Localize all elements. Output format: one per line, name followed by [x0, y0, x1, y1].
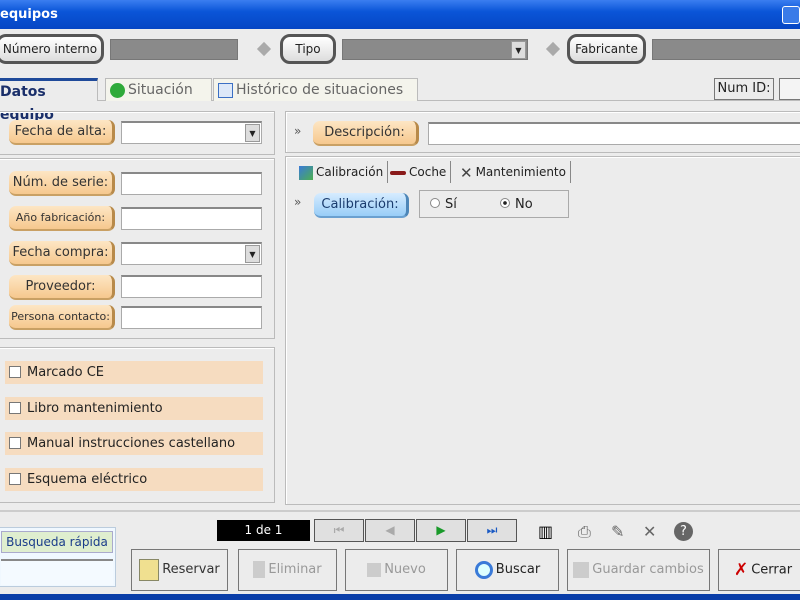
libro-mantenimiento-checkbox[interactable]: Libro mantenimiento	[5, 397, 263, 420]
tipo-label: Tipo	[280, 34, 336, 64]
print-icon[interactable]: ⎙	[578, 522, 591, 542]
last-icon: ⏭	[486, 523, 498, 537]
taskbar-edge	[0, 594, 800, 600]
diamond-icon	[545, 41, 561, 57]
tools-icon[interactable]: ✕	[643, 522, 656, 541]
reservar-button[interactable]: Reservar	[131, 549, 228, 591]
car-icon	[390, 170, 406, 175]
marcado-ce-checkbox[interactable]: Marcado CE	[5, 361, 263, 384]
next-icon: ▶	[436, 523, 446, 537]
fabricante-field[interactable]	[652, 39, 800, 60]
close-icon: ✗	[733, 560, 749, 580]
fecha-compra-label: Fecha compra:	[9, 241, 115, 266]
list-icon	[218, 82, 233, 98]
expand-icon: »	[294, 124, 302, 138]
fecha-alta-combo[interactable]: ▼	[121, 121, 262, 144]
calibracion-label: Calibración:	[314, 193, 409, 218]
tools-icon: ✕	[460, 163, 473, 182]
save-icon	[573, 561, 590, 578]
esquema-electrico-checkbox[interactable]: Esquema eléctrico	[5, 468, 263, 491]
magnifier-icon	[474, 560, 493, 579]
num-id-label: Num ID:	[714, 78, 774, 100]
edit-icon[interactable]: ✎	[611, 522, 624, 541]
numero-interno-field[interactable]	[110, 39, 238, 60]
tab-datos-equipo[interactable]: Datos equipo	[0, 78, 98, 123]
checkbox-icon[interactable]	[9, 437, 21, 449]
tab-situacion[interactable]: Situación	[105, 78, 212, 101]
busqueda-rapida-input[interactable]	[1, 559, 113, 585]
subtab-mantenimiento[interactable]: ✕ Mantenimiento	[456, 161, 571, 183]
radio-no[interactable]: No	[500, 197, 533, 212]
proveedor-label: Proveedor:	[9, 275, 115, 300]
subtab-coche[interactable]: Coche	[386, 161, 452, 183]
notepad-icon	[139, 558, 160, 581]
proveedor-input[interactable]	[121, 275, 262, 298]
eliminar-button[interactable]: Eliminar	[238, 549, 337, 591]
first-record-button[interactable]: ⏮	[314, 519, 364, 542]
diamond-icon	[256, 41, 272, 57]
fecha-compra-combo[interactable]: ▼	[121, 242, 262, 265]
buscar-button[interactable]: Buscar	[456, 549, 559, 591]
calibracion-radio-group: Sí No	[419, 190, 569, 218]
title-bar: equipos	[0, 0, 800, 29]
new-icon	[367, 562, 382, 577]
busqueda-rapida-panel: Busqueda rápida	[0, 527, 116, 587]
num-id-field[interactable]	[779, 78, 800, 100]
ano-fabricacion-label: Año fabricación:	[9, 206, 115, 231]
first-icon: ⏮	[333, 523, 345, 537]
record-counter: 1 de 1	[217, 520, 310, 541]
descripcion-label: Descripción:	[313, 121, 419, 146]
prev-icon: ◀	[385, 523, 395, 537]
chevron-down-icon[interactable]: ▼	[245, 245, 260, 263]
num-serie-input[interactable]	[121, 172, 262, 195]
calibration-icon	[299, 165, 313, 180]
numero-interno-label: Número interno	[0, 34, 104, 64]
last-record-button[interactable]: ⏭	[467, 519, 517, 542]
help-icon[interactable]: ?	[674, 522, 693, 541]
chevron-down-icon[interactable]: ▼	[245, 124, 260, 142]
fabricante-label: Fabricante	[567, 34, 646, 64]
checkbox-icon[interactable]	[9, 366, 21, 378]
persona-contacto-label: Persona contacto:	[9, 305, 115, 330]
tab-historico[interactable]: Histórico de situaciones	[213, 78, 418, 101]
window-title: equipos	[0, 7, 58, 22]
cerrar-button[interactable]: ✗ Cerrar	[718, 549, 800, 591]
document-icon	[253, 561, 266, 578]
busqueda-rapida-label: Busqueda rápida	[1, 531, 113, 553]
minimize-button[interactable]	[782, 6, 800, 24]
subtab-calibracion[interactable]: Calibración	[295, 161, 389, 183]
guardar-cambios-button[interactable]: Guardar cambios	[567, 549, 710, 591]
fecha-alta-label: Fecha de alta:	[9, 120, 115, 145]
chevron-down-icon[interactable]: ▼	[511, 41, 526, 59]
descripcion-input[interactable]	[428, 122, 800, 145]
persona-contacto-input[interactable]	[121, 306, 262, 329]
green-arrow-icon	[110, 82, 125, 98]
manual-instrucciones-checkbox[interactable]: Manual instrucciones castellano	[5, 432, 263, 455]
next-record-button[interactable]: ▶	[416, 519, 466, 542]
checkbox-icon[interactable]	[9, 402, 21, 414]
checkbox-icon[interactable]	[9, 473, 21, 485]
prev-record-button[interactable]: ◀	[365, 519, 415, 542]
tipo-combo[interactable]: ▼	[342, 39, 528, 60]
barcode-icon[interactable]: ▥	[538, 522, 553, 541]
nuevo-button[interactable]: Nuevo	[345, 549, 448, 591]
num-serie-label: Núm. de serie:	[9, 171, 115, 196]
expand-icon: »	[294, 195, 302, 209]
radio-si[interactable]: Sí	[430, 197, 457, 212]
ano-fabricacion-input[interactable]	[121, 207, 262, 230]
